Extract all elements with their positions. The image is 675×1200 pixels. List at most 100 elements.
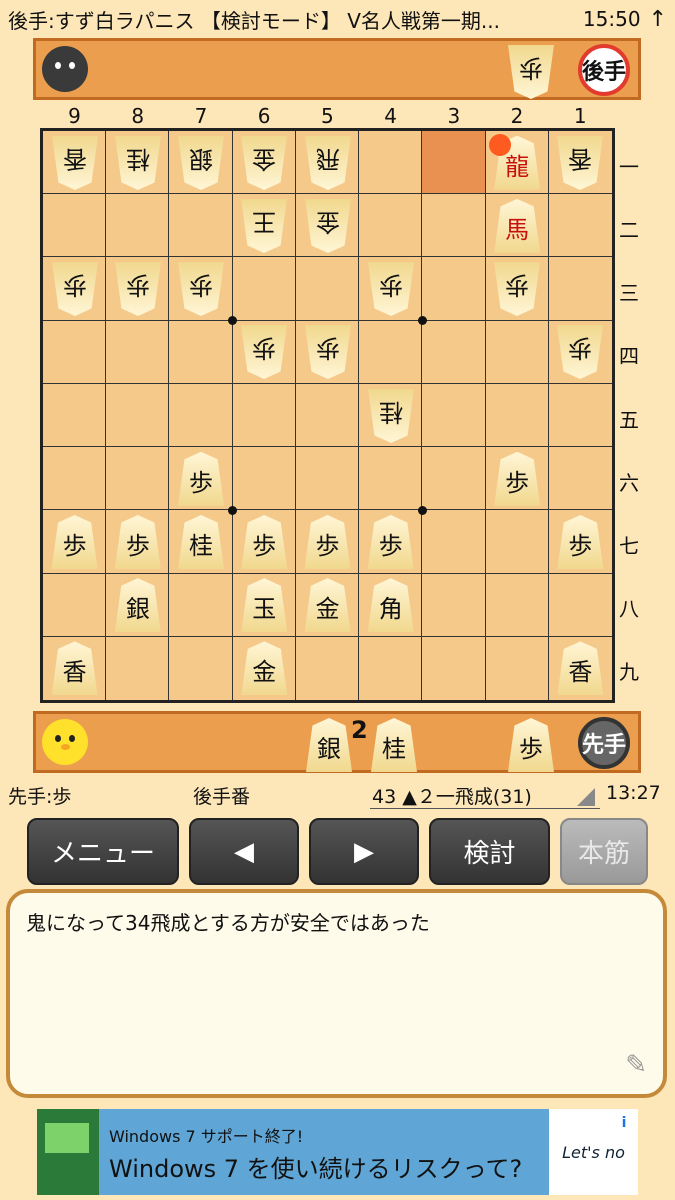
board-square[interactable] — [295, 257, 360, 321]
board-square[interactable] — [106, 194, 170, 258]
sente-piece[interactable]: 角 — [367, 578, 414, 633]
sente-piece[interactable]: 歩 — [178, 451, 225, 506]
gote-piece[interactable]: 歩 — [178, 262, 224, 316]
sente-piece[interactable]: 歩 — [51, 514, 98, 569]
board-square[interactable] — [43, 573, 107, 637]
sente-piece[interactable]: 歩 — [557, 514, 604, 569]
gote-piece[interactable]: 桂 — [115, 136, 161, 190]
sente-piece[interactable]: 歩 — [367, 514, 414, 569]
board-square[interactable] — [106, 383, 170, 448]
gote-piece[interactable]: 桂 — [368, 389, 414, 443]
shogi-board[interactable]: 香桂銀金飛龍香王金馬歩歩歩歩歩歩歩歩桂歩歩歩歩桂歩歩歩歩銀玉金角香金香 — [40, 128, 615, 703]
board-square[interactable] — [169, 320, 233, 384]
analyze-button[interactable]: 検討 — [429, 818, 550, 885]
sente-piece[interactable]: 歩 — [304, 514, 351, 569]
board-square[interactable] — [485, 383, 549, 448]
move-text[interactable]: 43 ▲２一飛成(31) — [372, 782, 532, 809]
board-square[interactable] — [422, 573, 486, 637]
sente-piece[interactable]: 金 — [241, 641, 288, 696]
star-point — [228, 505, 238, 515]
sente-piece[interactable]: 香 — [557, 641, 604, 696]
board-square[interactable] — [422, 131, 486, 195]
gote-piece[interactable]: 銀 — [178, 136, 224, 190]
board-square[interactable] — [106, 447, 170, 511]
board-square[interactable] — [422, 383, 486, 448]
board-square[interactable] — [548, 194, 612, 258]
board-square[interactable] — [296, 636, 360, 700]
board-square[interactable] — [43, 320, 107, 384]
board-square[interactable] — [232, 383, 296, 448]
board-square[interactable] — [359, 194, 423, 258]
board-square[interactable] — [106, 636, 170, 700]
rank-label: 五 — [619, 407, 639, 432]
board-square[interactable] — [359, 320, 423, 384]
gote-piece[interactable]: 香 — [52, 136, 98, 190]
board-square[interactable] — [232, 447, 296, 511]
sente-piece[interactable]: 歩 — [114, 514, 161, 569]
board-square[interactable] — [548, 447, 612, 511]
board-square[interactable] — [43, 447, 107, 511]
sente-hand-piece-pawn[interactable]: 歩 — [508, 718, 554, 772]
sente-piece[interactable]: 歩 — [494, 451, 541, 506]
board-square[interactable] — [359, 447, 423, 511]
gote-piece[interactable]: 金 — [305, 199, 351, 253]
board-square[interactable] — [422, 257, 486, 321]
gote-piece[interactable]: 歩 — [115, 262, 161, 316]
board-square[interactable] — [106, 320, 170, 384]
board-square[interactable] — [422, 510, 486, 574]
gote-piece[interactable]: 飛 — [305, 136, 351, 190]
board-square[interactable] — [422, 194, 486, 258]
sente-piece[interactable]: 銀 — [114, 578, 161, 633]
next-move-button[interactable]: ▶ — [309, 818, 419, 885]
gote-piece[interactable]: 歩 — [494, 262, 540, 316]
sente-piece[interactable]: 玉 — [241, 578, 288, 633]
sente-hand-piece-knight[interactable]: 桂 — [371, 718, 417, 772]
gote-piece[interactable]: 歩 — [52, 262, 98, 316]
board-square[interactable] — [422, 447, 486, 511]
board-square[interactable] — [422, 320, 486, 384]
board-square[interactable] — [169, 573, 233, 637]
board-square[interactable] — [359, 131, 423, 195]
rank-label: 九 — [619, 660, 639, 685]
board-square[interactable] — [43, 194, 107, 258]
gote-piece[interactable]: 金 — [241, 136, 287, 190]
comment-box[interactable]: 鬼になって34飛成とする方が安全ではあった ✎ — [6, 889, 667, 1098]
board-square[interactable] — [548, 384, 612, 448]
board-square[interactable] — [295, 383, 360, 448]
gote-piece[interactable]: 歩 — [368, 262, 414, 316]
board-square[interactable] — [169, 194, 233, 258]
last-move-marker — [488, 134, 511, 156]
ad-info-icon[interactable]: i — [614, 1113, 634, 1133]
board-square[interactable] — [422, 636, 486, 700]
gote-piece[interactable]: 香 — [557, 136, 603, 190]
board-square[interactable] — [548, 574, 612, 637]
gote-turn-badge: 後手 — [578, 44, 630, 96]
board-square[interactable] — [485, 510, 549, 574]
gote-piece[interactable]: 歩 — [557, 325, 603, 379]
board-square[interactable] — [295, 447, 360, 511]
sente-turn-badge: 先手 — [578, 717, 630, 769]
sente-piece[interactable]: 桂 — [178, 514, 225, 569]
menu-button[interactable]: メニュー — [27, 818, 179, 885]
gote-piece[interactable]: 王 — [241, 199, 287, 253]
sente-piece[interactable]: 馬 — [494, 198, 541, 253]
board-square[interactable] — [485, 320, 549, 384]
gote-piece[interactable]: 歩 — [241, 325, 287, 379]
edit-icon[interactable]: ✎ — [625, 1050, 647, 1080]
board-square[interactable] — [486, 636, 549, 700]
board-square[interactable] — [232, 257, 296, 321]
board-square[interactable] — [359, 636, 423, 700]
prev-move-button[interactable]: ◀ — [189, 818, 299, 885]
window-title: 後手:すず白ラパニス 【検討モード】 V名人戦第一期... — [8, 8, 501, 33]
sente-piece[interactable]: 香 — [51, 641, 98, 696]
sente-piece[interactable]: 金 — [304, 578, 351, 633]
board-square[interactable] — [169, 636, 233, 700]
board-square[interactable] — [548, 257, 612, 321]
gote-hand-piece[interactable]: 歩 — [508, 45, 554, 99]
board-square[interactable] — [485, 573, 549, 637]
sente-piece[interactable]: 歩 — [241, 514, 288, 569]
ad-banner[interactable]: Windows 7 サポート終了! Windows 7 を使い続けるリスクって?… — [37, 1109, 638, 1195]
board-square[interactable] — [169, 383, 233, 448]
sente-hand-piece-silver[interactable]: 銀 — [306, 718, 352, 772]
board-square[interactable] — [43, 383, 107, 448]
